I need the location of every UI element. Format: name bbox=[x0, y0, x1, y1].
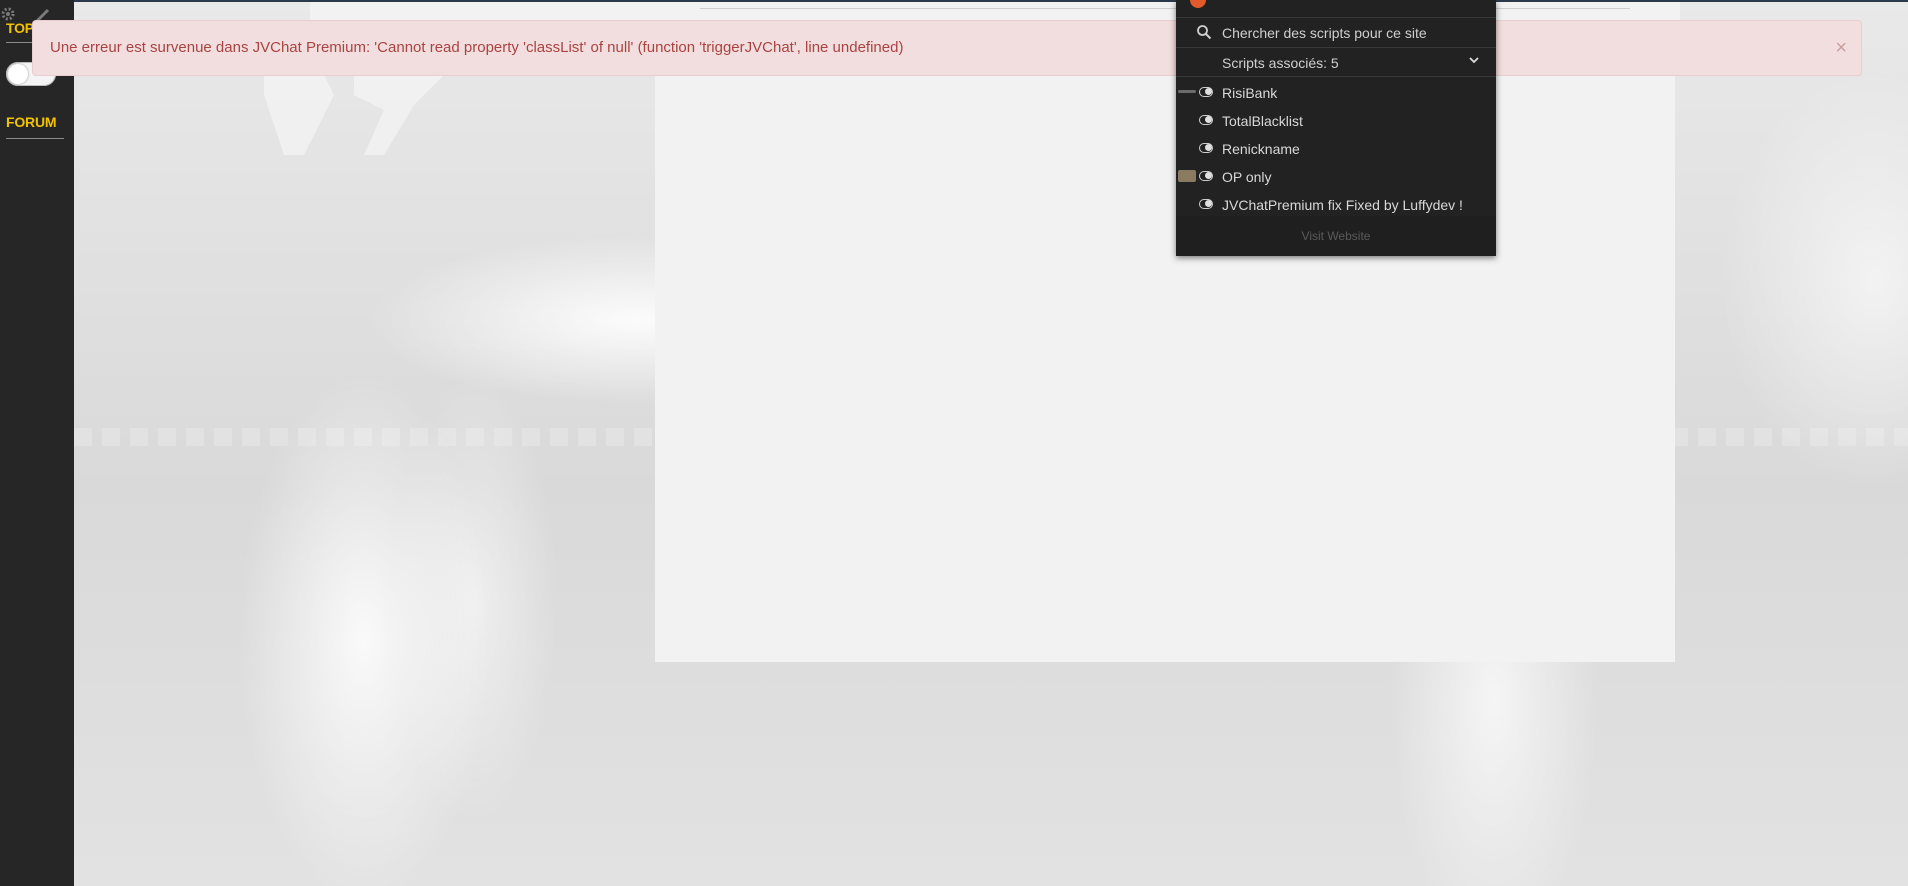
script-enable-toggle[interactable] bbox=[1199, 87, 1213, 97]
script-enable-toggle[interactable] bbox=[1199, 199, 1213, 209]
sidebar-forum-link[interactable]: FORUM bbox=[6, 114, 57, 130]
script-enable-toggle[interactable] bbox=[1199, 171, 1213, 181]
script-item-op-only[interactable]: OP only bbox=[1176, 163, 1496, 191]
sidebar-divider bbox=[6, 138, 64, 139]
script-name: JVChatPremium fix Fixed by Luffydev ! bbox=[1222, 197, 1463, 213]
script-name: RisiBank bbox=[1222, 85, 1278, 101]
script-item-jvchatpremium-fix[interactable]: JVChatPremium fix Fixed by Luffydev ! bbox=[1176, 191, 1496, 219]
script-thumbnail-icon bbox=[1178, 90, 1196, 93]
close-icon[interactable]: × bbox=[1835, 21, 1847, 75]
script-item-totalblacklist[interactable]: TotalBlacklist bbox=[1176, 107, 1496, 135]
search-icon bbox=[1197, 25, 1212, 40]
script-search-input[interactable]: Chercher des scripts pour ce site bbox=[1176, 18, 1496, 48]
extension-logo-icon bbox=[1190, 0, 1206, 8]
script-name: OP only bbox=[1222, 169, 1272, 185]
script-enable-toggle[interactable] bbox=[1199, 143, 1213, 153]
script-thumbnail-icon bbox=[1178, 170, 1196, 182]
associated-scripts-label: Scripts associés: 5 bbox=[1222, 55, 1339, 71]
associated-scripts-toggle[interactable]: Scripts associés: 5 bbox=[1176, 48, 1496, 77]
script-name: Renickname bbox=[1222, 141, 1300, 157]
visit-website-link[interactable]: Visit Website bbox=[1176, 216, 1496, 256]
search-placeholder: Chercher des scripts pour ce site bbox=[1222, 25, 1427, 41]
left-sidebar: TOPI FORUM bbox=[0, 0, 74, 886]
userscript-manager-popup: Chercher des scripts pour ce site Script… bbox=[1176, 0, 1496, 256]
script-name: TotalBlacklist bbox=[1222, 113, 1303, 129]
error-alert: Une erreur est survenue dans JVChat Prem… bbox=[32, 20, 1862, 76]
script-list: RisiBank TotalBlacklist Renickname OP on… bbox=[1176, 77, 1496, 219]
error-message: Une erreur est survenue dans JVChat Prem… bbox=[50, 39, 904, 56]
script-enable-toggle[interactable] bbox=[1199, 115, 1213, 125]
toggle-knob bbox=[8, 64, 28, 84]
chevron-down-icon bbox=[1469, 57, 1479, 64]
script-item-renickname[interactable]: Renickname bbox=[1176, 135, 1496, 163]
popup-header bbox=[1176, 0, 1496, 18]
main-content-panel bbox=[655, 76, 1675, 662]
script-item-risibank[interactable]: RisiBank bbox=[1176, 79, 1496, 107]
